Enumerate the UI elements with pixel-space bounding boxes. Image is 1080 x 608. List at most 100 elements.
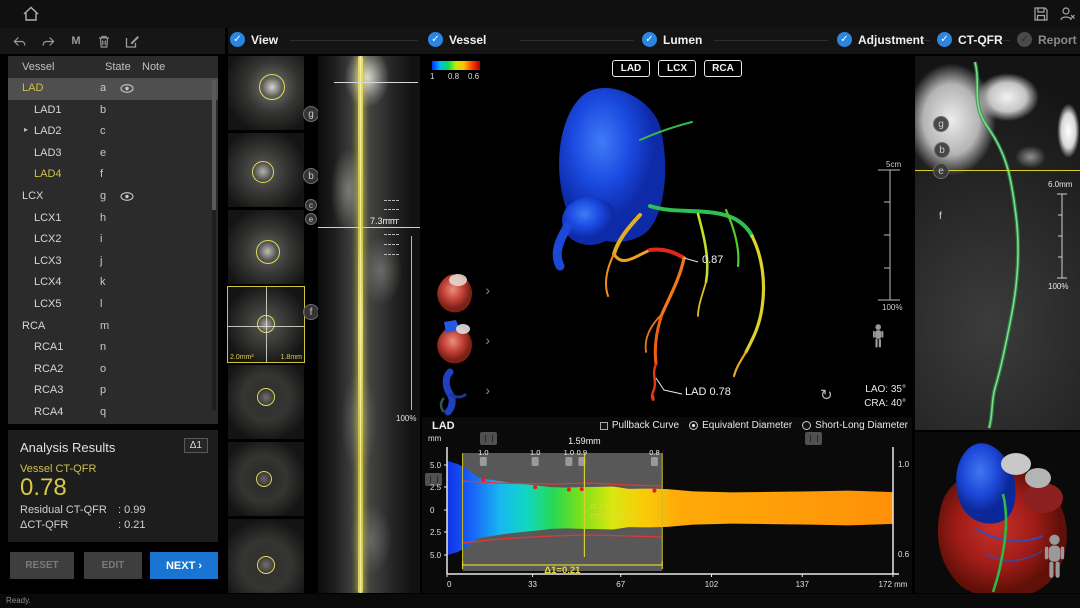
vessel-row-lcx2[interactable]: LCX2i [8, 229, 218, 251]
reset-button[interactable]: RESET [10, 552, 74, 579]
heart-preview-1[interactable]: › [430, 268, 476, 316]
heart-preview-3[interactable]: › [430, 368, 476, 416]
vessel-row-lcx4[interactable]: LCX4k [8, 272, 218, 294]
visibility-eye-icon[interactable] [120, 192, 134, 201]
qfr-marker-pin [565, 457, 572, 466]
expand-icon[interactable]: ▸ [24, 125, 28, 134]
crosshair-line[interactable] [318, 227, 420, 228]
vessel-button-lcx[interactable]: LCX [658, 60, 696, 77]
vessel-button-lad[interactable]: LAD [612, 60, 650, 77]
vessel-row-rca1[interactable]: RCA1n [8, 337, 218, 359]
section-marker-e[interactable]: e [305, 213, 317, 225]
tab-lumen[interactable]: ✓Lumen [642, 32, 702, 47]
vessel-name: LAD2 [34, 125, 62, 137]
mpr-centerline-render [915, 56, 1080, 430]
vessel-row-lcx3[interactable]: LCX3j [8, 251, 218, 273]
rotate-view-icon[interactable]: ↻ [820, 386, 833, 404]
vessel-state: h [100, 212, 106, 224]
tab-report[interactable]: ✓Report [1017, 32, 1077, 47]
qfr-marker-pin [651, 457, 658, 466]
vessel-name: RCA4 [34, 406, 63, 418]
vessel-state: k [100, 276, 106, 288]
lumen-area-label: 2.0mm² [230, 354, 254, 361]
vessel-name: LAD3 [34, 147, 62, 159]
distance-label: 7.3mm [370, 216, 398, 226]
mpr-marker-g[interactable]: g [933, 116, 949, 132]
vessel-row-lad1[interactable]: LAD1b [8, 100, 218, 122]
section-marker-b[interactable]: b [303, 168, 319, 184]
mid-qfr-annotation: 0.87 [702, 254, 723, 266]
vessel-row-lad2[interactable]: ▸LAD2c [8, 121, 218, 143]
svg-text:0.9: 0.9 [577, 448, 587, 457]
vessel-row-lcx1[interactable]: LCX1 h [8, 208, 218, 230]
edit-icon[interactable] [124, 34, 140, 49]
tab-label: Report [1038, 33, 1077, 47]
lao-angle: LAO: 35° [865, 384, 906, 395]
heart-3d-view[interactable] [915, 432, 1080, 593]
vessel-row-lcx5[interactable]: LCX5l [8, 294, 218, 316]
region-start-handle[interactable] [480, 432, 497, 445]
cross-section-tile-3[interactable] [228, 210, 304, 284]
tab-label: Vessel [449, 33, 486, 47]
heart-preview-2[interactable]: › [430, 318, 476, 366]
section-marker-g[interactable]: g [303, 106, 319, 122]
svg-text:0: 0 [430, 506, 435, 515]
tab-vessel[interactable]: ✓Vessel [428, 32, 486, 47]
user-icon[interactable] [1058, 5, 1076, 23]
vessel-row-rca4[interactable]: RCA4q [8, 402, 218, 424]
tab-view[interactable]: ✓View [230, 32, 278, 47]
vessel-name: LAD [22, 82, 43, 94]
measure-m-button[interactable]: M [68, 34, 84, 49]
vessel-row-rca[interactable]: RCAm [8, 316, 218, 338]
section-marker-c[interactable]: c [305, 199, 317, 211]
next-button[interactable]: NEXT › [150, 552, 218, 579]
vessel-row-rca3[interactable]: RCA3p [8, 380, 218, 402]
vessel-name: LCX1 [34, 212, 62, 224]
delta-row: ΔCT-QFR: 0.21 [20, 519, 206, 531]
mpr-marker-e[interactable]: e [933, 163, 949, 179]
left-axis-handle[interactable] [425, 473, 442, 486]
vessel-button-rca[interactable]: RCA [704, 60, 742, 77]
cross-section-tile-4[interactable]: 2.0mm²1.8mm [228, 287, 304, 361]
cross-section-tile-5[interactable] [228, 365, 304, 439]
coronary-3d-view[interactable]: 1 0.8 0.6 LAD LCX RCA [422, 56, 912, 415]
mpr-marker-f: f [939, 211, 942, 222]
undo-icon[interactable] [12, 34, 28, 49]
cross-section-thumbnails: 2.0mm²1.8mm [228, 56, 304, 593]
edit-button[interactable]: EDIT [84, 552, 142, 579]
tab-ct-qfr[interactable]: ✓CT-QFR [937, 32, 1003, 47]
lumen-contour-ring [257, 556, 275, 574]
svg-text:5.0: 5.0 [430, 551, 442, 560]
status-text: Ready. [6, 596, 31, 605]
section-marker-f[interactable]: f [303, 304, 319, 320]
delete-icon[interactable] [96, 34, 112, 49]
vessel-row-lad[interactable]: LADa [8, 78, 218, 100]
distal-qfr-annotation: LAD 0.78 [685, 386, 731, 398]
home-icon[interactable] [22, 5, 40, 23]
cross-section-tile-2[interactable] [228, 133, 304, 207]
col-state: State [105, 61, 131, 73]
vessel-row-rca2[interactable]: RCA2o [8, 359, 218, 381]
cross-section-tile-1[interactable] [228, 56, 304, 130]
vessel-row-lad4[interactable]: LAD4f [8, 164, 218, 186]
save-icon[interactable] [1032, 5, 1050, 23]
tab-adjustment[interactable]: ✓Adjustment [837, 32, 924, 47]
vessel-state: n [100, 341, 106, 353]
qfr-marker-pin [480, 457, 487, 466]
curved-mpr-view[interactable]: gbef 6.0mm 100% [915, 56, 1080, 430]
vessel-list-scrollbar[interactable] [212, 80, 216, 410]
vessel-row-lcx[interactable]: LCXg [8, 186, 218, 208]
redo-icon[interactable] [40, 34, 56, 49]
qfr-colorbar [432, 61, 480, 70]
straightened-vessel-view[interactable]: 7.3mm 100% [318, 56, 420, 593]
visibility-eye-icon[interactable] [120, 84, 134, 93]
qfr-marker-dot [652, 489, 656, 493]
status-bar: Ready. [0, 594, 1080, 608]
region-end-handle[interactable] [805, 432, 822, 445]
cross-section-tile-6[interactable] [228, 442, 304, 516]
workflow-tab-bar: ✓View ✓Vessel ✓Lumen ✓Adjustment ✓CT-QFR ✓Rep… [228, 28, 1080, 54]
cross-section-tile-7[interactable] [228, 519, 304, 593]
scale-bottom-label: 100% [882, 303, 902, 312]
vessel-row-lad3[interactable]: LAD3e [8, 143, 218, 165]
mpr-marker-b[interactable]: b [934, 142, 950, 158]
